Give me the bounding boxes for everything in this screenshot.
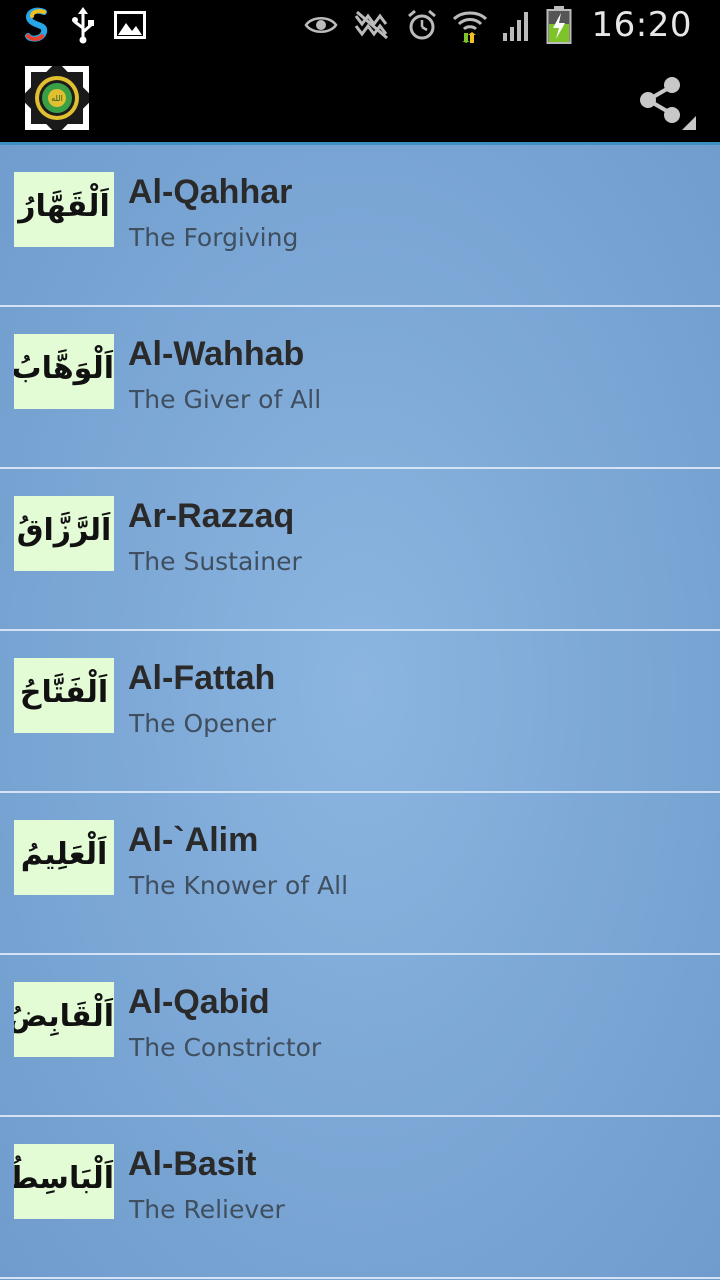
action-bar: الله xyxy=(0,50,720,142)
arabic-calligraphy-image: اَلْفَتَّاحُ xyxy=(14,658,114,733)
name-title: Al-Qabid xyxy=(128,983,270,1021)
arabic-calligraphy-image: اَلْقَهَّارُ xyxy=(14,172,114,247)
svg-text:الله: الله xyxy=(51,94,63,103)
system-icons: 16:20 xyxy=(304,0,692,50)
name-title: Al-Fattah xyxy=(128,659,276,697)
arabic-name: اَلْبَاسِطُ xyxy=(14,1161,114,1196)
name-title: Al-Qahhar xyxy=(128,173,293,211)
arabic-calligraphy-image: اَلْعَلِيمُ xyxy=(14,820,114,895)
list-item[interactable]: اَلْوَهَّابُ Al-Wahhab The Giver of All xyxy=(0,307,720,469)
name-meaning: The Giver of All xyxy=(129,385,322,414)
name-meaning: The Opener xyxy=(129,709,276,738)
list-item[interactable]: اَلْقَابِضُ Al-Qabid The Constrictor xyxy=(0,955,720,1117)
image-icon xyxy=(114,11,146,39)
arabic-calligraphy-image: اَلْبَاسِطُ xyxy=(14,1144,114,1219)
list-item[interactable]: اَلْعَلِيمُ Al-`Alim The Knower of All xyxy=(0,793,720,955)
wifi-icon xyxy=(452,11,487,43)
name-meaning: The Forgiving xyxy=(129,223,299,252)
status-bar: 16:20 xyxy=(0,0,720,50)
name-title: Ar-Razzaq xyxy=(128,497,295,535)
list-item[interactable]: اَلْقَهَّارُ Al-Qahhar The Forgiving xyxy=(0,145,720,307)
share-button[interactable] xyxy=(628,64,700,136)
name-meaning: The Sustainer xyxy=(129,547,302,576)
status-clock: 16:20 xyxy=(591,5,692,45)
name-title: Al-`Alim xyxy=(128,821,259,859)
battery-charging-icon xyxy=(546,6,572,44)
names-list[interactable]: اَلْقَهَّارُ Al-Qahhar The Forgiving اَل… xyxy=(0,145,720,1280)
name-title: Al-Basit xyxy=(128,1145,257,1183)
name-meaning: The Reliever xyxy=(129,1195,285,1224)
share-icon xyxy=(640,77,696,130)
arabic-calligraphy-image: اَلْوَهَّابُ xyxy=(14,334,114,409)
eye-icon xyxy=(304,17,338,33)
arabic-name: اَلْقَهَّارُ xyxy=(18,189,110,224)
arabic-name: اَلْعَلِيمُ xyxy=(20,837,108,872)
arabic-calligraphy-image: اَلْقَابِضُ xyxy=(14,982,114,1057)
alarm-icon xyxy=(407,9,436,40)
list-item[interactable]: اَلْبَاسِطُ Al-Basit The Reliever xyxy=(0,1117,720,1279)
arabic-name: اَلْوَهَّابُ xyxy=(14,351,114,386)
arabic-calligraphy-image: اَلرَّزَّاقُ xyxy=(14,496,114,571)
name-meaning: The Knower of All xyxy=(129,871,349,900)
usb-icon xyxy=(72,7,94,44)
notification-icons xyxy=(22,0,146,50)
list-item[interactable]: اَلْفَتَّاحُ Al-Fattah The Opener xyxy=(0,631,720,793)
signal-icon xyxy=(502,12,528,41)
mute-icon xyxy=(354,10,388,40)
name-title: Al-Wahhab xyxy=(128,335,305,373)
allah-emblem-icon[interactable]: الله xyxy=(20,61,94,135)
arabic-name: اَلْقَابِضُ xyxy=(14,999,114,1034)
name-meaning: The Constrictor xyxy=(129,1033,322,1062)
s-app-icon xyxy=(25,7,48,42)
list-item[interactable]: اَلرَّزَّاقُ Ar-Razzaq The Sustainer xyxy=(0,469,720,631)
arabic-name: اَلرَّزَّاقُ xyxy=(16,513,112,548)
arabic-name: اَلْفَتَّاحُ xyxy=(19,675,109,710)
